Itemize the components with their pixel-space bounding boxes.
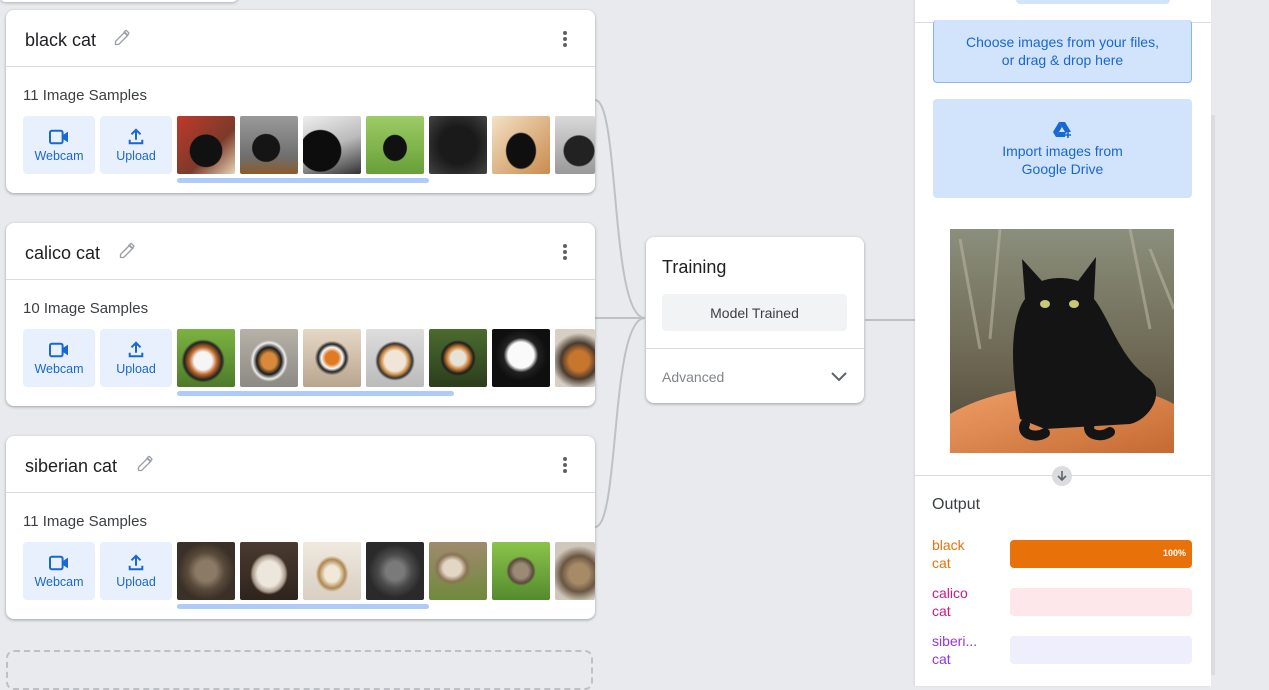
- sample-thumbnail[interactable]: [429, 116, 487, 174]
- videocam-icon: [49, 342, 68, 358]
- class-name[interactable]: siberian cat: [25, 456, 117, 477]
- drive-line2: Google Drive: [1021, 161, 1104, 177]
- class-card-header: siberian cat: [6, 436, 595, 493]
- preview-image: [950, 229, 1174, 453]
- confidence-bar: [1010, 636, 1192, 664]
- sample-count: 11 Image Samples: [23, 513, 147, 530]
- sample-thumbnail[interactable]: [555, 329, 595, 387]
- webcam-label: Webcam: [34, 362, 84, 376]
- sample-thumbnail[interactable]: [303, 116, 361, 174]
- pencil-icon[interactable]: [113, 27, 133, 47]
- output-title: Output: [932, 496, 981, 513]
- training-title: Training: [662, 257, 727, 277]
- sample-thumbnail[interactable]: [177, 116, 235, 174]
- sample-thumbnail[interactable]: [555, 542, 595, 600]
- sample-thumbnail[interactable]: [303, 329, 361, 387]
- webcam-button[interactable]: Webcam: [23, 542, 95, 600]
- class-card-calico-cat: calico cat 10 Image Samples Webcam Uploa…: [6, 223, 595, 406]
- divider: [646, 348, 864, 349]
- class-name[interactable]: calico cat: [25, 243, 100, 264]
- sample-thumbnails: [177, 116, 595, 174]
- drop-zone-line1: Choose images from your files,: [966, 34, 1159, 50]
- add-class-placeholder[interactable]: [6, 650, 593, 690]
- webcam-button[interactable]: Webcam: [23, 116, 95, 174]
- sample-count: 11 Image Samples: [23, 87, 147, 104]
- file-switch-button[interactable]: [1016, 0, 1170, 4]
- sample-thumbnail[interactable]: [240, 116, 298, 174]
- class-card-header: black cat: [6, 10, 595, 67]
- panel-scrollbar[interactable]: [1211, 115, 1215, 675]
- sample-thumbnail[interactable]: [366, 329, 424, 387]
- upload-icon: [128, 341, 144, 358]
- drive-line1: Import images from: [1002, 143, 1123, 159]
- upload-button[interactable]: Upload: [100, 542, 172, 600]
- sample-thumbnail[interactable]: [303, 542, 361, 600]
- webcam-label: Webcam: [34, 149, 84, 163]
- sample-thumbnail[interactable]: [366, 116, 424, 174]
- advanced-toggle-label[interactable]: Advanced: [662, 369, 724, 385]
- thumbnail-scrollbar[interactable]: [177, 391, 454, 396]
- upload-icon: [128, 128, 144, 145]
- chevron-down-icon[interactable]: [829, 367, 849, 387]
- videocam-icon: [49, 129, 68, 145]
- class-card-siberian-cat: siberian cat 11 Image Samples Webcam Upl…: [6, 436, 595, 619]
- upload-label: Upload: [116, 362, 156, 376]
- more-vert-icon[interactable]: [557, 30, 573, 48]
- sample-thumbnails: [177, 329, 595, 387]
- videocam-icon: [49, 555, 68, 571]
- upload-button[interactable]: Upload: [100, 116, 172, 174]
- import-google-drive-button[interactable]: Import images from Google Drive: [933, 99, 1192, 198]
- google-drive-add-icon: [1052, 122, 1071, 138]
- webcam-button[interactable]: Webcam: [23, 329, 95, 387]
- sample-thumbnail[interactable]: [492, 116, 550, 174]
- sample-thumbnail[interactable]: [240, 542, 298, 600]
- more-vert-icon[interactable]: [557, 243, 573, 261]
- confidence-bar: 100%: [1010, 540, 1192, 568]
- sample-thumbnail[interactable]: [177, 542, 235, 600]
- output-row-black-cat: black cat 100%: [932, 536, 1194, 572]
- sample-thumbnail[interactable]: [177, 329, 235, 387]
- output-row-siberian-cat: siberi... cat: [932, 632, 1194, 668]
- confidence-percent: 100%: [1162, 548, 1186, 558]
- sample-thumbnail[interactable]: [429, 542, 487, 600]
- class-name[interactable]: black cat: [25, 30, 96, 51]
- pencil-icon[interactable]: [136, 453, 156, 473]
- sample-thumbnail[interactable]: [366, 542, 424, 600]
- arrow-down-icon: [1052, 466, 1072, 486]
- more-vert-icon[interactable]: [557, 456, 573, 474]
- output-label: siberi... cat: [932, 633, 978, 667]
- pencil-icon[interactable]: [118, 240, 138, 260]
- thumbnail-scrollbar[interactable]: [177, 604, 429, 609]
- webcam-label: Webcam: [34, 575, 84, 589]
- sample-thumbnail[interactable]: [555, 116, 595, 174]
- upload-label: Upload: [116, 149, 156, 163]
- upload-icon: [128, 554, 144, 571]
- class-card-black-cat: black cat 11 Image Samples Webcam Upload: [6, 10, 595, 193]
- train-model-button[interactable]: Model Trained: [662, 294, 847, 331]
- drop-zone-line2: or drag & drop here: [1001, 52, 1124, 68]
- sample-thumbnail[interactable]: [429, 329, 487, 387]
- confidence-bar: [1010, 588, 1192, 616]
- upload-button[interactable]: Upload: [100, 329, 172, 387]
- preview-panel: Choose images from your files, or drag &…: [915, 0, 1211, 686]
- sample-thumbnail[interactable]: [492, 542, 550, 600]
- sample-thumbnail[interactable]: [492, 329, 550, 387]
- training-card: Training Model Trained Advanced: [646, 237, 864, 403]
- sample-thumbnail[interactable]: [240, 329, 298, 387]
- output-label: black cat: [932, 537, 965, 571]
- upload-label: Upload: [116, 575, 156, 589]
- file-drop-zone[interactable]: Choose images from your files, or drag &…: [933, 20, 1192, 83]
- sample-thumbnails: [177, 542, 595, 600]
- output-row-calico-cat: calico cat: [932, 584, 1194, 620]
- sample-count: 10 Image Samples: [23, 300, 149, 317]
- thumbnail-scrollbar[interactable]: [177, 178, 429, 183]
- class-card-header: calico cat: [6, 223, 595, 280]
- output-label: calico cat: [932, 585, 968, 619]
